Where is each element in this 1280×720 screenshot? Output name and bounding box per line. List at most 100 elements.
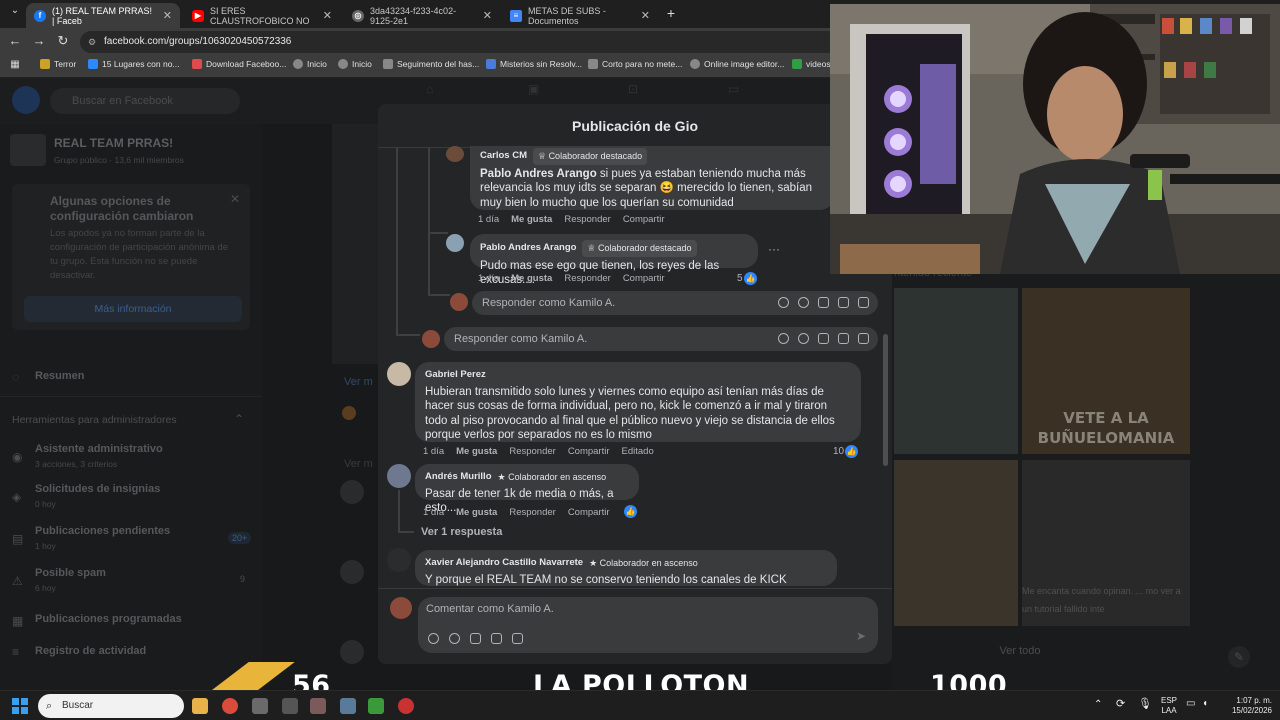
bookmark-misterios[interactable]: Misterios sin Resolv... bbox=[486, 59, 582, 69]
gaming-icon[interactable]: ▭ bbox=[728, 82, 739, 96]
reply-input[interactable]: Responder como Kamilo A. bbox=[444, 327, 878, 351]
bookmark-inicio-1[interactable]: Inicio bbox=[293, 59, 327, 69]
comment-input[interactable]: Comentar como Kamilo A. ➤ bbox=[418, 597, 878, 653]
activity-log-link[interactable]: Registro de actividad bbox=[35, 645, 146, 657]
app-icon[interactable] bbox=[252, 698, 268, 714]
recent-thumbnail[interactable]: Me encanta cuando opinan. ... mo ver a u… bbox=[1022, 460, 1190, 626]
share-button[interactable]: Compartir bbox=[623, 273, 665, 284]
comment-author[interactable]: Carlos CM bbox=[480, 149, 527, 164]
modal-scrollbar[interactable] bbox=[883, 334, 888, 466]
microphone-icon[interactable]: 🎙 bbox=[1138, 699, 1152, 710]
file-explorer-icon[interactable] bbox=[192, 698, 208, 714]
comment-time[interactable]: 1 día bbox=[423, 446, 444, 457]
share-button[interactable]: Compartir bbox=[568, 507, 610, 518]
camera-icon[interactable] bbox=[818, 333, 829, 344]
gif-icon[interactable] bbox=[491, 633, 502, 644]
obs-icon[interactable] bbox=[398, 698, 414, 714]
emoji-icon[interactable] bbox=[449, 633, 460, 644]
reply-button[interactable]: Responder bbox=[564, 273, 610, 284]
emoji-icon[interactable] bbox=[798, 333, 809, 344]
summary-link[interactable]: Resumen bbox=[35, 370, 85, 382]
comment-time[interactable]: 1 día bbox=[478, 214, 499, 225]
app-icon[interactable] bbox=[310, 698, 326, 714]
kick-icon[interactable] bbox=[368, 698, 384, 714]
taskbar-search[interactable]: ⌕ Buscar bbox=[38, 694, 184, 718]
avatar-sticker-icon[interactable] bbox=[778, 297, 789, 308]
admin-assistant-link[interactable]: Asistente administrativo bbox=[35, 443, 163, 455]
pending-posts-link[interactable]: Publicaciones pendientes bbox=[35, 525, 170, 537]
reload-button[interactable]: ↻ bbox=[54, 33, 72, 49]
more-info-button[interactable]: Más información bbox=[24, 296, 242, 322]
reply-input[interactable]: Responder como Kamilo A. bbox=[472, 291, 878, 315]
video-icon[interactable]: ▣ bbox=[528, 82, 539, 96]
avatar[interactable] bbox=[387, 464, 411, 488]
share-button[interactable]: Compartir bbox=[568, 446, 610, 457]
language-indicator[interactable]: ESP LAA bbox=[1158, 696, 1180, 716]
avatar[interactable] bbox=[446, 146, 464, 162]
possible-spam-link[interactable]: Posible spam bbox=[35, 567, 106, 579]
camera-icon[interactable] bbox=[818, 297, 829, 308]
chevron-up-icon[interactable]: ⌃ bbox=[1094, 700, 1102, 710]
bookmark-videos[interactable]: videos bbox=[792, 59, 831, 69]
browser-tab-page[interactable]: ◎ 3da43234-f233-4c02-9125-2e1 ✕ bbox=[344, 3, 500, 28]
facebook-logo-icon[interactable] bbox=[12, 86, 40, 114]
comment-author[interactable]: Pablo Andres Arango bbox=[480, 241, 576, 256]
avatar-sticker-icon[interactable] bbox=[778, 333, 789, 344]
send-icon[interactable]: ➤ bbox=[856, 629, 866, 643]
user-avatar[interactable] bbox=[422, 330, 440, 348]
like-button[interactable]: Me gusta bbox=[511, 214, 552, 225]
gif-icon[interactable] bbox=[838, 297, 849, 308]
browser-tab-facebook[interactable]: f (1) REAL TEAM PRRAS! | Faceb ✕ bbox=[26, 3, 180, 28]
facebook-search-input[interactable]: Buscar en Facebook bbox=[50, 88, 240, 114]
comment-author[interactable]: Gabriel Perez bbox=[425, 368, 851, 383]
apps-grid-icon[interactable]: ▦ bbox=[6, 59, 24, 70]
avatar-sticker-icon[interactable] bbox=[428, 633, 439, 644]
chevron-up-icon[interactable]: ⌃ bbox=[234, 412, 244, 426]
chrome-icon[interactable] bbox=[222, 698, 238, 714]
like-button[interactable]: Me gusta bbox=[456, 446, 497, 457]
bookmark-inicio-2[interactable]: Inicio bbox=[338, 59, 372, 69]
scheduled-posts-link[interactable]: Publicaciones programadas bbox=[35, 613, 182, 625]
new-tab-button[interactable]: + bbox=[662, 5, 680, 21]
back-button[interactable]: ← bbox=[6, 33, 24, 48]
url-field[interactable]: ⚙ facebook.com/groups/1063020450572336 bbox=[80, 31, 840, 53]
comment-time[interactable]: 1 día bbox=[478, 273, 499, 284]
see-more-link[interactable]: Ver m bbox=[344, 458, 373, 470]
share-button[interactable]: Compartir bbox=[623, 214, 665, 225]
volume-icon[interactable]: ◖ bbox=[1202, 699, 1208, 709]
clock[interactable]: 1:07 p. m. 15/02/2026 bbox=[1222, 696, 1272, 716]
recent-thumbnail[interactable] bbox=[894, 460, 1018, 626]
network-icon[interactable]: ▭ bbox=[1186, 699, 1195, 709]
view-replies-link[interactable]: Ver 1 respuesta bbox=[421, 526, 502, 538]
browser-tab-docs[interactable]: ≡ METAS DE SUBS - Documentos ✕ bbox=[502, 3, 658, 28]
calculator-icon[interactable] bbox=[340, 698, 356, 714]
comment-author[interactable]: Xavier Alejandro Castillo Navarrete bbox=[425, 556, 583, 571]
avatar[interactable] bbox=[387, 548, 411, 572]
bookmark-corto[interactable]: Corto para no mete... bbox=[588, 59, 682, 69]
bookmark-seguimiento[interactable]: Seguimento del has... bbox=[383, 59, 479, 69]
avatar[interactable] bbox=[387, 362, 411, 386]
close-tab-icon[interactable]: ✕ bbox=[641, 9, 650, 22]
tab-search-icon[interactable]: ⌄ bbox=[6, 5, 24, 16]
comment-time[interactable]: 1 día bbox=[423, 507, 444, 518]
see-more-link[interactable]: Ver m bbox=[344, 376, 373, 388]
reaction-count[interactable]: 10 bbox=[833, 446, 844, 457]
mention-link[interactable]: Pablo Andres Arango bbox=[480, 168, 597, 180]
sticker-icon[interactable] bbox=[858, 297, 869, 308]
bookmark-lugares[interactable]: 15 Lugares con no... bbox=[88, 59, 180, 69]
marketplace-icon[interactable]: ⊡ bbox=[628, 82, 638, 96]
badge-requests-link[interactable]: Solicitudes de insignias bbox=[35, 483, 160, 495]
sync-icon[interactable]: ⟳ bbox=[1116, 699, 1125, 710]
sticker-icon[interactable] bbox=[512, 633, 523, 644]
sticker-icon[interactable] bbox=[858, 333, 869, 344]
comment-author[interactable]: Andrés Murillo bbox=[425, 470, 492, 485]
site-info-icon[interactable]: ⚙ bbox=[88, 31, 96, 53]
close-tab-icon[interactable]: ✕ bbox=[163, 9, 172, 22]
home-icon[interactable]: ⌂ bbox=[426, 82, 433, 96]
avatar[interactable] bbox=[446, 234, 464, 252]
bookmark-download[interactable]: Download Faceboo... bbox=[192, 59, 286, 69]
reply-button[interactable]: Responder bbox=[509, 507, 555, 518]
reply-button[interactable]: Responder bbox=[509, 446, 555, 457]
like-button[interactable]: Me gusta bbox=[456, 507, 497, 518]
forward-button[interactable]: → bbox=[30, 33, 48, 48]
